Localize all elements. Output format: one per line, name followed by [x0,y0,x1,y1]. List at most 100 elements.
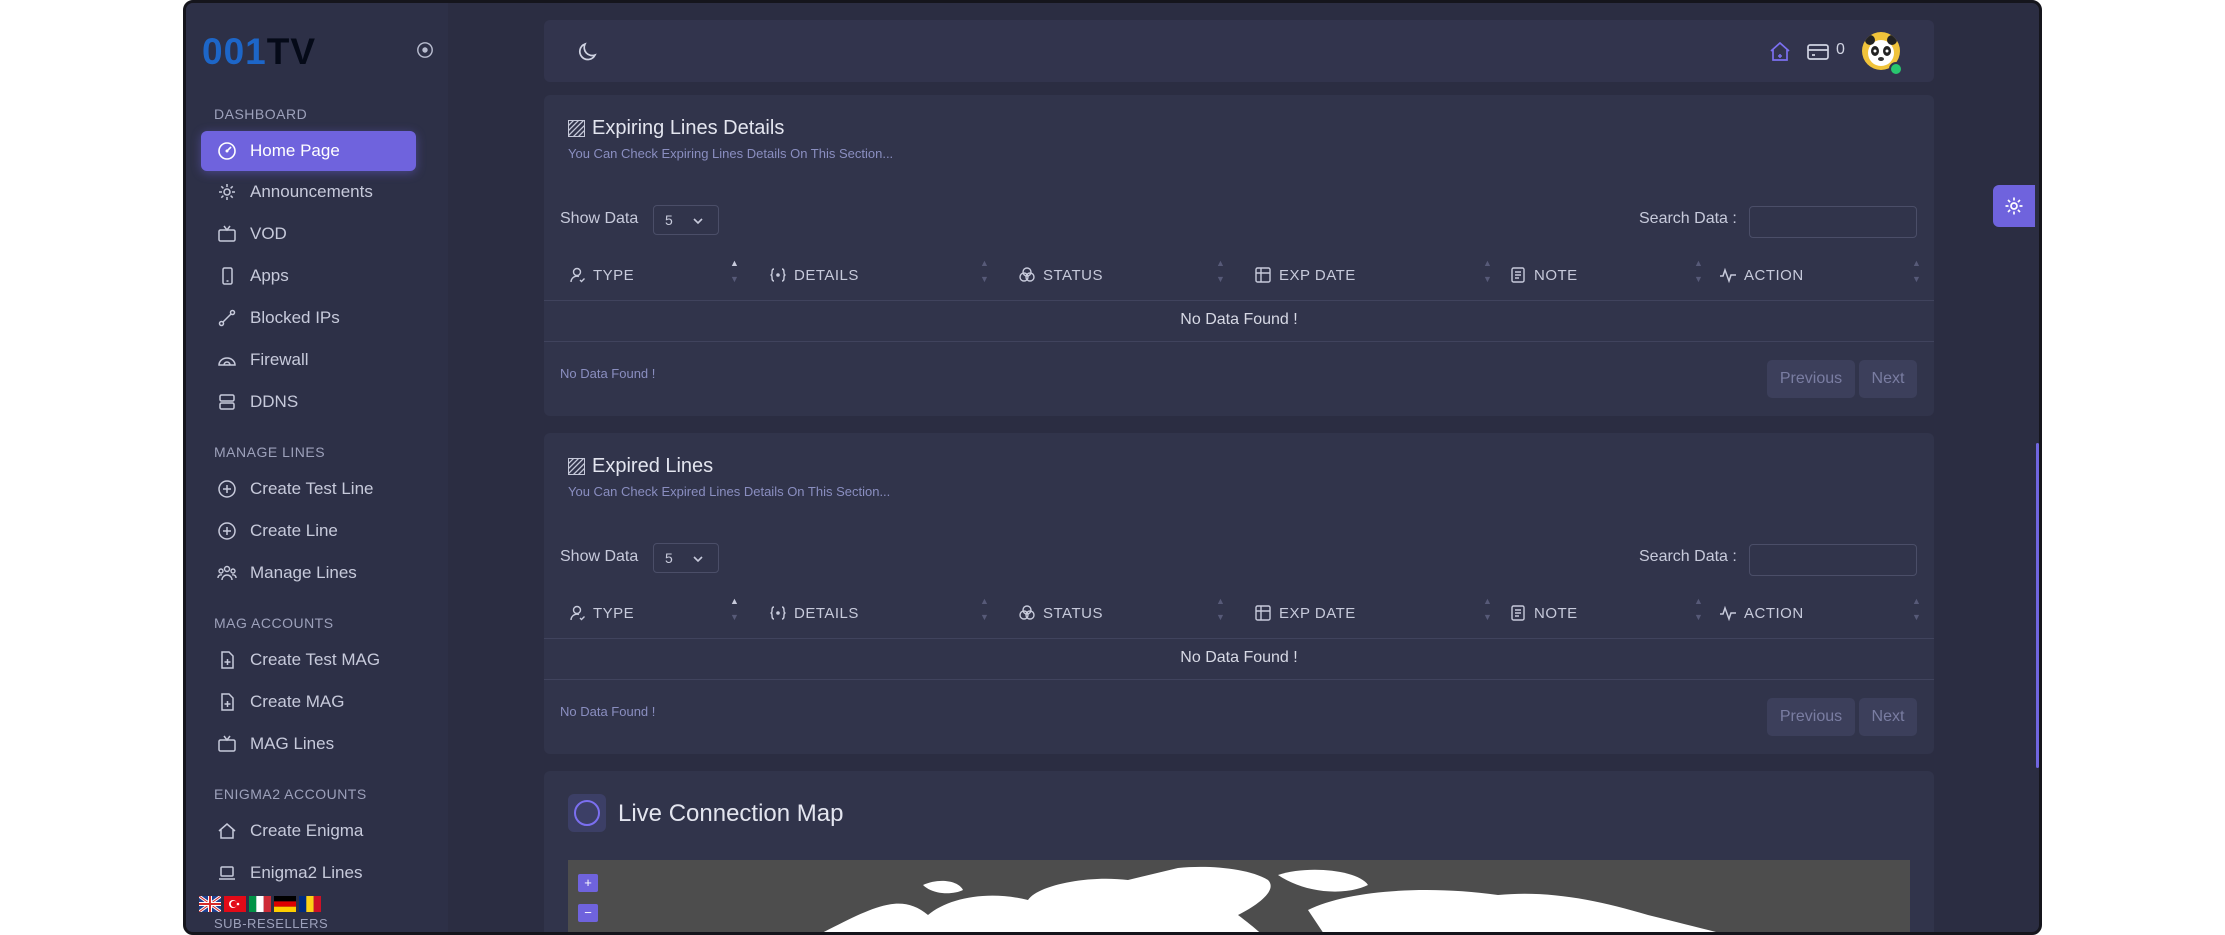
column-header-details[interactable]: DETAILS [769,265,859,285]
sort-arrows[interactable]: ▲ ▼ [1216,597,1226,627]
column-header-details[interactable]: DETAILS [769,603,859,623]
cloud-icon [218,357,236,366]
uk-flag-icon[interactable] [199,896,221,912]
sidebar-item-home-page[interactable]: Home Page [201,131,416,171]
language-selector [199,896,321,912]
note-icon [1511,267,1525,283]
sidebar-toggle-icon[interactable] [416,41,434,59]
online-status-dot [1889,62,1903,76]
column-header-action[interactable]: ACTION [1719,265,1804,285]
app-window: 001TV DASHBOARD Home Page Announcements … [183,0,2042,935]
panel-title: Expiring Lines Details [568,117,784,140]
home-icon[interactable] [1768,40,1792,64]
it-flag-icon[interactable] [249,896,271,912]
next-button[interactable]: Next [1859,360,1917,398]
sidebar-item-label: DDNS [250,392,299,411]
users-icon [217,565,237,581]
credits-count: 0 [1836,41,1845,58]
divider [544,341,1934,342]
sidebar-item-apps[interactable]: Apps [201,256,416,296]
sidebar-item-manage-lines[interactable]: Manage Lines [201,553,416,593]
divider [544,638,1934,639]
search-data-label: Search Data : [1639,210,1737,227]
home-icon [218,823,236,839]
column-header-status[interactable]: STATUS [1018,265,1103,285]
sidebar-item-announcements[interactable]: Announcements [201,172,416,212]
gear-icon [2005,197,2023,215]
sort-arrows[interactable]: ▲ ▼ [1483,259,1493,289]
sort-arrows[interactable]: ▲ ▼ [730,259,740,289]
sort-arrows[interactable]: ▲ ▼ [980,597,990,627]
map-zoom-in-button[interactable]: + [578,874,598,892]
sidebar-item-create-line[interactable]: Create Line [201,511,416,551]
column-header-type[interactable]: TYPE [568,603,634,623]
divider [544,679,1934,680]
sidebar-item-create-test-line[interactable]: Create Test Line [201,469,416,509]
previous-button[interactable]: Previous [1767,360,1855,398]
previous-button[interactable]: Previous [1767,698,1855,736]
dashboard-icon [218,142,236,160]
next-button[interactable]: Next [1859,698,1917,736]
column-label: DETAILS [794,604,859,622]
tv-icon [218,225,236,242]
sidebar-item-blocked-ips[interactable]: Blocked IPs [201,298,416,338]
sort-arrows[interactable]: ▲ ▼ [1483,597,1493,627]
divider [544,300,1934,301]
table-info: No Data Found ! [560,366,656,381]
column-header-type[interactable]: TYPE [568,265,634,285]
column-label: STATUS [1043,604,1103,622]
map-zoom-out-button[interactable]: − [578,904,598,922]
sort-arrows[interactable]: ▲ ▼ [1694,259,1704,289]
logo-text-part2: TV [266,31,317,72]
panel-title-text: Expired Lines [592,455,714,477]
tr-flag-icon[interactable] [224,896,246,912]
loading-spinner-icon [568,794,606,832]
sidebar-item-create-test-mag[interactable]: Create Test MAG [201,640,416,680]
column-header-exp-date[interactable]: EXP DATE [1254,603,1356,623]
column-label: EXP DATE [1279,266,1356,284]
sidebar-item-mag-lines[interactable]: MAG Lines [201,724,416,764]
column-header-status[interactable]: STATUS [1018,603,1103,623]
sidebar-item-create-mag[interactable]: Create MAG [201,682,416,722]
braces-icon [770,606,786,620]
search-input[interactable] [1749,206,1917,238]
sort-arrows[interactable]: ▲ ▼ [730,597,740,627]
world-map[interactable]: + − [568,860,1910,932]
file-plus-icon [221,651,234,669]
sidebar-item-label: Apps [250,266,289,285]
sort-arrows[interactable]: ▲ ▼ [1694,597,1704,627]
brand-logo[interactable]: 001TV [202,31,316,73]
sidebar-item-ddns[interactable]: DDNS [201,382,416,422]
circles-icon [1019,267,1035,282]
page-length-select[interactable]: 5 [653,205,719,235]
page-length-select[interactable]: 5 [653,543,719,573]
column-header-note[interactable]: NOTE [1509,265,1578,285]
server-icon [219,394,235,410]
column-label: TYPE [593,266,635,284]
sort-arrows[interactable]: ▲ ▼ [1912,597,1922,627]
sidebar-item-firewall[interactable]: Firewall [201,340,416,380]
theme-settings-button[interactable] [1993,185,2035,227]
dark-mode-toggle-icon[interactable] [576,40,600,64]
column-header-note[interactable]: NOTE [1509,603,1578,623]
sidebar-item-create-enigma[interactable]: Create Enigma [201,811,416,851]
sidebar-item-enigma2-lines[interactable]: Enigma2 Lines [201,853,416,893]
sort-arrows[interactable]: ▲ ▼ [1216,259,1226,289]
credit-card-icon[interactable] [1806,41,1830,63]
scrollbar-thumb[interactable] [2036,443,2039,768]
sort-arrows[interactable]: ▲ ▼ [980,259,990,289]
column-header-action[interactable]: ACTION [1719,603,1804,623]
user-icon [570,267,585,283]
column-header-exp-date[interactable]: EXP DATE [1254,265,1356,285]
de-flag-icon[interactable] [274,896,296,912]
panel-subtitle: You Can Check Expiring Lines Details On … [568,146,894,161]
ro-flag-icon[interactable] [299,896,321,912]
sidebar-item-label: Create Test Line [250,479,374,498]
sidebar-item-vod[interactable]: VOD [201,214,416,254]
section-dashboard: DASHBOARD [214,106,308,122]
sidebar-item-label: Announcements [250,182,373,201]
sort-arrows[interactable]: ▲ ▼ [1912,259,1922,289]
search-input[interactable] [1749,544,1917,576]
sidebar-item-label: Home Page [250,141,340,160]
column-label: NOTE [1534,266,1578,284]
